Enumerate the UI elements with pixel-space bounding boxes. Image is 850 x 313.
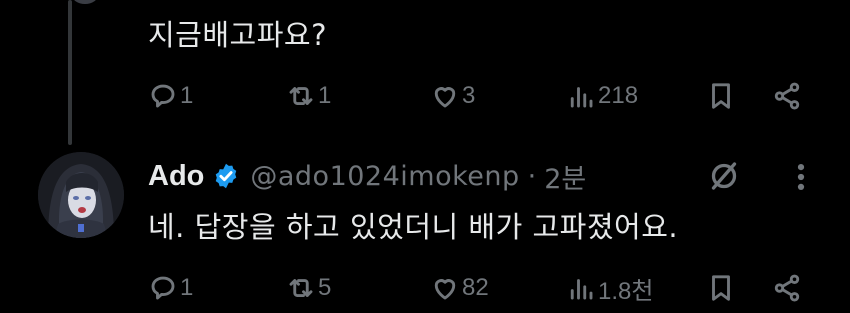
reply-icon	[151, 84, 175, 108]
tweet-timestamp[interactable]: 2분	[544, 157, 586, 196]
reply-button[interactable]: 1	[148, 268, 193, 308]
repost-icon	[289, 279, 313, 297]
avatar-image	[38, 152, 124, 238]
share-icon	[774, 274, 800, 302]
more-icon[interactable]	[786, 160, 816, 194]
bookmark-icon	[712, 83, 730, 109]
tweet-actions-bar: 1 1 3 218	[148, 76, 810, 116]
user-handle[interactable]: @ado1024imokenp	[250, 161, 519, 192]
tweet-text: 네. 답장을 하고 있었더니 배가 고파졌어요.	[148, 210, 679, 244]
like-count: 82	[462, 274, 489, 301]
views-count: 218	[598, 82, 639, 109]
views-button[interactable]: 218	[566, 76, 638, 116]
repost-button[interactable]: 1	[286, 76, 331, 116]
grok-icon[interactable]	[706, 158, 742, 194]
tweet-header: Ado @ado1024imokenp · 2분	[148, 156, 586, 196]
repost-count: 1	[318, 82, 332, 109]
tweet-actions-bar: 1 5 82 1.8천	[148, 268, 810, 308]
display-name[interactable]: Ado	[148, 160, 204, 193]
repost-button[interactable]: 5	[286, 268, 331, 308]
reply-icon	[151, 276, 175, 300]
repost-count: 5	[318, 274, 332, 301]
share-button[interactable]	[772, 268, 802, 308]
like-button[interactable]: 3	[430, 76, 475, 116]
views-button[interactable]: 1.8천	[566, 268, 653, 308]
thread-line	[68, 0, 72, 145]
avatar[interactable]	[38, 152, 124, 238]
like-count: 3	[462, 82, 476, 109]
bookmark-button[interactable]	[706, 76, 736, 116]
header-separator: ·	[527, 160, 537, 192]
like-button[interactable]: 82	[430, 268, 489, 308]
bookmark-icon	[712, 275, 730, 301]
heart-icon	[434, 87, 456, 108]
views-icon	[570, 87, 593, 108]
share-button[interactable]	[772, 76, 802, 116]
reply-count: 1	[180, 82, 194, 109]
views-icon	[570, 279, 593, 300]
heart-icon	[434, 279, 456, 300]
reply-button[interactable]: 1	[148, 76, 193, 116]
views-count: 1.8천	[598, 277, 654, 305]
repost-icon	[289, 87, 313, 105]
bookmark-button[interactable]	[706, 268, 736, 308]
verified-badge-icon	[216, 163, 237, 189]
reply-count: 1	[180, 274, 194, 301]
share-icon	[774, 82, 800, 110]
tweet-text: 지금배고파요?	[148, 18, 327, 52]
previous-avatar-edge	[72, 0, 98, 4]
